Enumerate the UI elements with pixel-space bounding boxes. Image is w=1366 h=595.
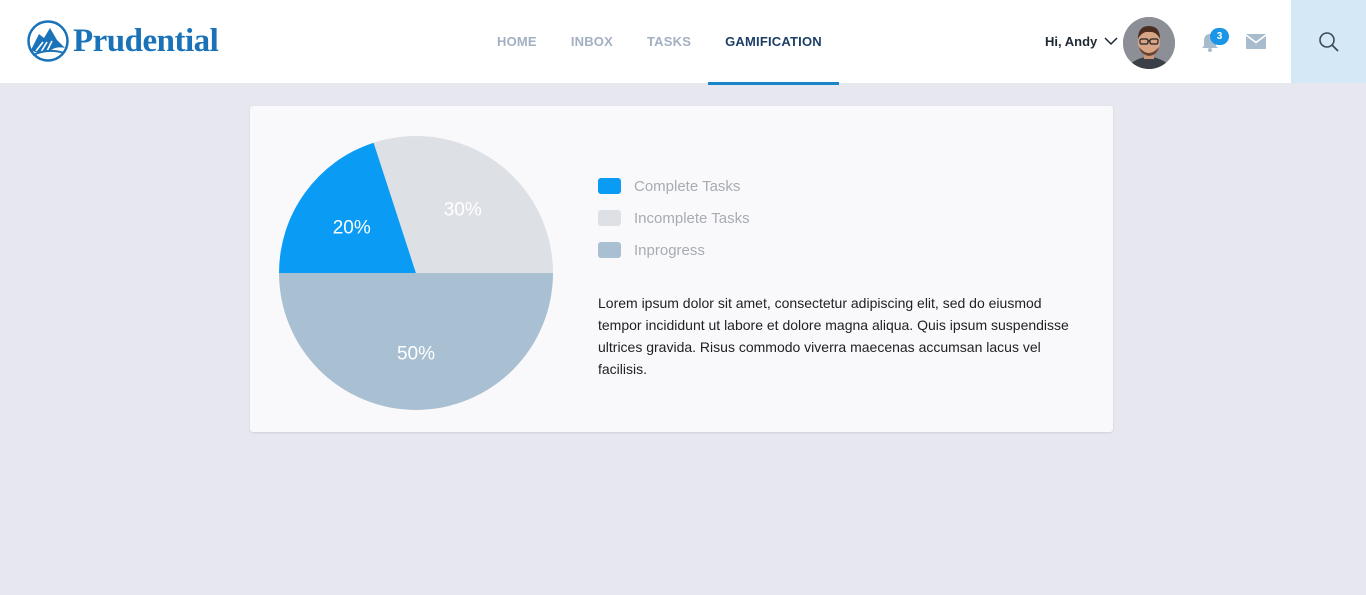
legend-swatch — [598, 178, 621, 194]
nav-inbox[interactable]: INBOX — [554, 0, 630, 83]
pie-slice-label: 30% — [444, 200, 482, 221]
greeting-text: Hi, Andy — [1045, 34, 1098, 49]
brand-logo[interactable]: Prudential — [27, 19, 219, 63]
legend-label: Incomplete Tasks — [634, 209, 750, 227]
legend-label: Complete Tasks — [634, 177, 741, 195]
chevron-down-icon — [1104, 37, 1118, 46]
card-description: Lorem ipsum dolor sit amet, consectetur … — [598, 295, 1069, 377]
nav-tasks[interactable]: TASKS — [630, 0, 708, 83]
user-photo — [1123, 17, 1175, 69]
notification-count-badge: 3 — [1210, 28, 1229, 45]
legend-item-inprogress: Inprogress — [598, 234, 750, 266]
legend-item-complete: Complete Tasks — [598, 170, 750, 202]
pie-slice-inprogress — [279, 273, 553, 410]
search-icon — [1318, 31, 1339, 52]
chart-legend: Complete Tasks Incomplete Tasks Inprogre… — [598, 170, 750, 266]
search-button[interactable] — [1291, 0, 1366, 83]
top-header: Prudential HOME INBOX TASKS GAMIFICATION… — [0, 0, 1366, 85]
nav-home[interactable]: HOME — [480, 0, 554, 83]
envelope-icon[interactable] — [1245, 33, 1267, 50]
nav-gamification[interactable]: GAMIFICATION — [708, 0, 839, 85]
prudential-rock-logo-icon — [27, 20, 69, 62]
avatar[interactable] — [1123, 17, 1175, 69]
main-nav: HOME INBOX TASKS GAMIFICATION — [480, 0, 839, 85]
user-menu[interactable]: Hi, Andy — [1045, 34, 1118, 49]
legend-label: Inprogress — [634, 241, 705, 259]
legend-swatch — [598, 210, 621, 226]
legend-item-incomplete: Incomplete Tasks — [598, 202, 750, 234]
pie-slice-label: 50% — [397, 343, 435, 364]
brand-name: Prudential — [73, 22, 219, 59]
gamification-card: 20% 30% 50% Complete Tasks Incomplete Task… — [250, 106, 1113, 432]
pie-slice-label: 20% — [333, 217, 371, 238]
legend-swatch — [598, 242, 621, 258]
task-pie-chart: 20% 30% 50% — [279, 136, 553, 410]
